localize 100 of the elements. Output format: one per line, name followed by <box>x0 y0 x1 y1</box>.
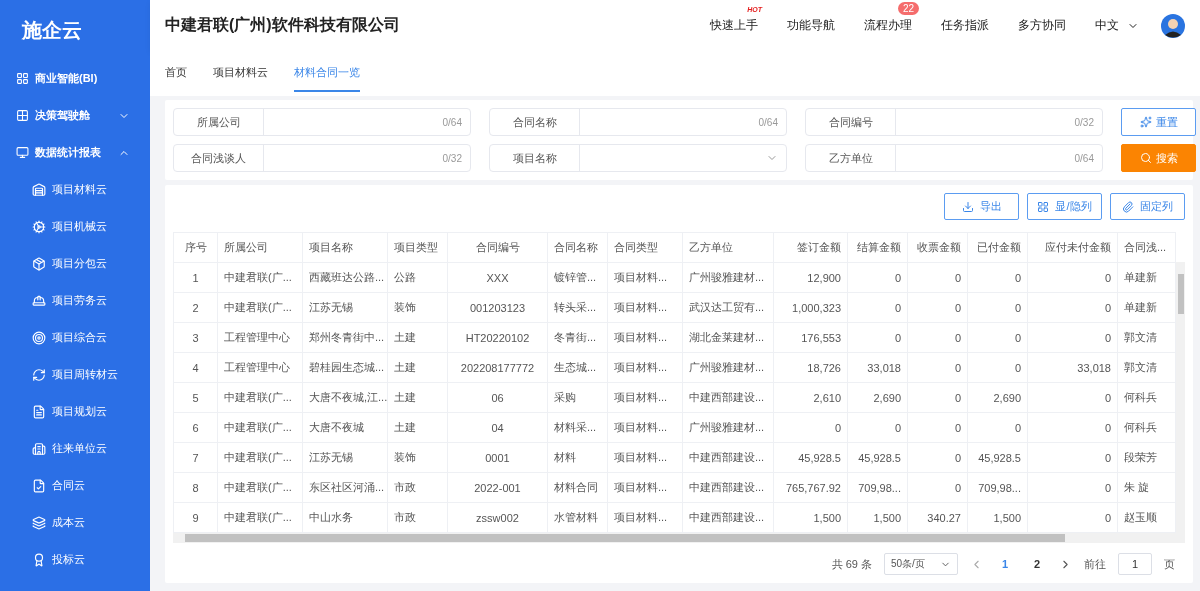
page-number[interactable]: 2 <box>1027 558 1047 570</box>
table-cell: 项目材料... <box>607 442 683 473</box>
table-cell: 0 <box>907 262 968 293</box>
sidebar-item[interactable]: 项目机械云 <box>0 208 150 245</box>
nav-link[interactable]: 任务指派 <box>941 17 989 35</box>
monitor-icon <box>16 146 29 159</box>
input-field[interactable]: 乙方单位 0/64 <box>805 144 1103 172</box>
input-field[interactable]: 合同浅谈人 0/32 <box>173 144 471 172</box>
table-cell: 赵玉顺 <box>1117 502 1176 533</box>
language-select[interactable]: 中文 <box>1095 17 1139 35</box>
table-cell: 709,98... <box>847 472 908 503</box>
table-cell: zssw002 <box>447 502 548 533</box>
table-cell: 中建君联(广... <box>217 262 303 293</box>
nav-link[interactable]: 功能导航 <box>787 17 835 35</box>
table-cell: 04 <box>447 412 548 443</box>
table-cell: 2,610 <box>773 382 848 413</box>
vertical-scrollbar[interactable] <box>1176 262 1185 533</box>
table-cell: 项目材料... <box>607 472 683 503</box>
layers-icon <box>32 515 46 530</box>
table-cell: 装饰 <box>387 292 448 323</box>
breadcrumb-tab[interactable]: 首页 <box>165 55 187 93</box>
toolbar-button[interactable]: 导出 <box>944 193 1019 220</box>
table-cell: 广州骏雅建材... <box>682 352 774 383</box>
table-cell: 0 <box>1027 502 1118 533</box>
reset-button[interactable]: 重置 <box>1121 108 1196 136</box>
table-cell: 0 <box>1027 412 1118 443</box>
table-cell: 0 <box>967 352 1028 383</box>
sidebar-item[interactable]: 项目综合云 <box>0 319 150 356</box>
sidebar-item[interactable]: 往来单位云 <box>0 430 150 467</box>
page-size-select[interactable]: 50条/页 <box>884 553 958 575</box>
sidebar-item[interactable]: 合同云 <box>0 467 150 504</box>
toolbar-button[interactable]: 显/隐列 <box>1027 193 1102 220</box>
sidebar-item[interactable]: 项目规划云 <box>0 393 150 430</box>
table-cell: 中建西部建设... <box>682 382 774 413</box>
page-suffix: 页 <box>1164 556 1175 572</box>
avatar[interactable] <box>1161 13 1185 38</box>
table-cell: 1 <box>173 262 218 293</box>
table-cell: 2 <box>173 292 218 323</box>
search-button[interactable]: 搜索 <box>1121 144 1196 172</box>
nav-link[interactable]: 流程办理 <box>864 17 912 35</box>
table-cell: 工程管理中心 <box>217 352 303 383</box>
table-cell: 中建君联(广... <box>217 472 303 503</box>
table-cell: 0 <box>1027 382 1118 413</box>
table-cell: 0 <box>1027 472 1118 503</box>
count-badge: 22 <box>898 2 920 16</box>
table-cell: 0 <box>1027 292 1118 323</box>
table-cell: XXX <box>447 262 548 293</box>
table-cell: 材料 <box>547 442 608 473</box>
breadcrumb-tab[interactable]: 项目材料云 <box>213 55 268 93</box>
table-cell: 项目材料... <box>607 292 683 323</box>
table-cell: 12,900 <box>773 262 848 293</box>
grid-icon <box>16 109 29 122</box>
table-cell: 1,500 <box>773 502 848 533</box>
table-cell: 单建新 <box>1117 292 1176 323</box>
goto-label: 前往 <box>1084 556 1106 572</box>
column-header: 合同名称 <box>547 232 608 263</box>
input-field[interactable]: 所属公司 0/64 <box>173 108 471 136</box>
sidebar-item[interactable]: 项目劳务云 <box>0 282 150 319</box>
table-cell: 0001 <box>447 442 548 473</box>
table-cell: 0 <box>847 412 908 443</box>
table-cell: 武汉达工贸有... <box>682 292 774 323</box>
input-field[interactable]: 合同名称 0/64 <box>489 108 787 136</box>
column-header: 结算金额 <box>847 232 908 263</box>
table-cell: 单建新 <box>1117 262 1176 293</box>
input-field[interactable]: 合同编号 0/32 <box>805 108 1103 136</box>
package-icon <box>32 256 46 271</box>
table-cell: 2,690 <box>967 382 1028 413</box>
table-cell: 江苏无锡 <box>302 442 388 473</box>
table-cell: 3 <box>173 322 218 353</box>
table-cell: 项目材料... <box>607 382 683 413</box>
sidebar-item[interactable]: 项目材料云 <box>0 171 150 208</box>
table-cell: 中建西部建设... <box>682 442 774 473</box>
breadcrumb-tab[interactable]: 材料合同一览 <box>294 55 360 93</box>
sidebar-item[interactable]: 投标云 <box>0 541 150 578</box>
page-input[interactable]: 1 <box>1118 553 1152 575</box>
table-cell: 5 <box>173 382 218 413</box>
nav-link[interactable]: 多方协同 <box>1018 17 1066 35</box>
table-cell: 江苏无锡 <box>302 292 388 323</box>
table-cell: 6 <box>173 412 218 443</box>
table-cell: 765,767.92 <box>773 472 848 503</box>
nav-link[interactable]: 快速上手 <box>710 17 758 35</box>
table-cell: 土建 <box>387 352 448 383</box>
select-field[interactable]: 项目名称 <box>489 144 787 172</box>
page-number[interactable]: 1 <box>995 558 1015 570</box>
sidebar-item[interactable]: 数据统计报表 <box>0 134 150 171</box>
toolbar-button[interactable]: 固定列 <box>1110 193 1185 220</box>
helmet-icon <box>32 293 46 308</box>
sidebar-item[interactable]: 项目分包云 <box>0 245 150 282</box>
sidebar-item[interactable]: 决策驾驶舱 <box>0 97 150 134</box>
table-cell: 0 <box>847 292 908 323</box>
horizontal-scrollbar[interactable] <box>173 533 1185 543</box>
sidebar-item[interactable]: 项目周转材云 <box>0 356 150 393</box>
sidebar-item[interactable]: 商业智能(BI) <box>0 60 150 97</box>
table-cell: 001203123 <box>447 292 548 323</box>
table-cell: 转头采... <box>547 292 608 323</box>
table-cell: 0 <box>907 412 968 443</box>
table-cell: 0 <box>847 322 908 353</box>
sidebar-item[interactable]: 成本云 <box>0 504 150 541</box>
table-cell: 1,500 <box>847 502 908 533</box>
table-cell: 0 <box>907 322 968 353</box>
